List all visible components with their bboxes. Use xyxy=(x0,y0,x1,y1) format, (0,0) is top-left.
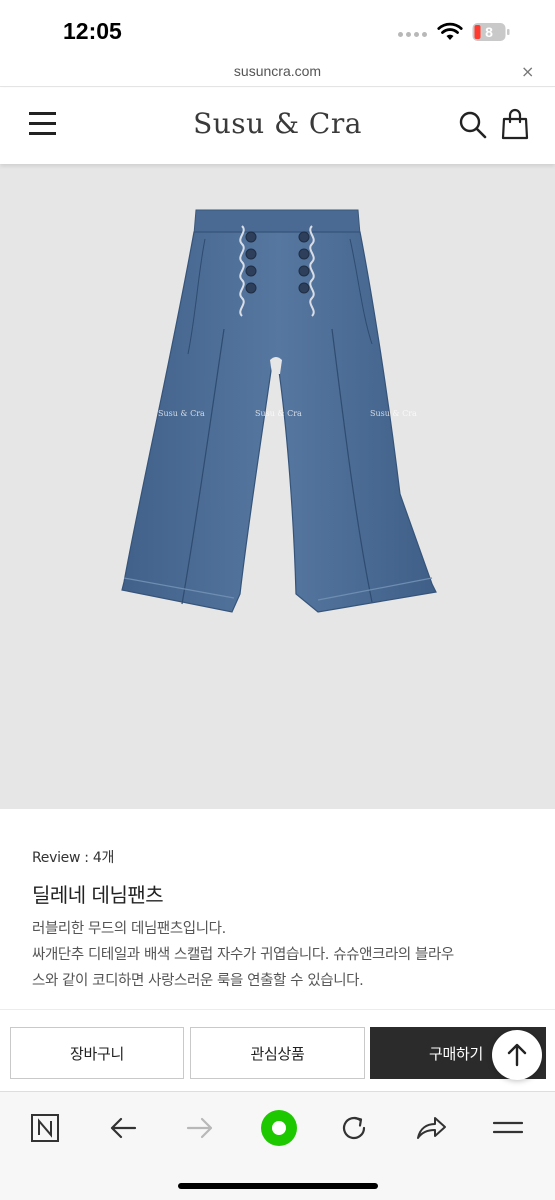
wifi-icon xyxy=(437,22,463,40)
home-indicator[interactable] xyxy=(178,1183,378,1189)
site-header: Susu & Cra xyxy=(0,88,555,164)
close-icon[interactable]: × xyxy=(521,62,534,81)
add-to-cart-button[interactable]: 장바구니 xyxy=(10,1027,184,1079)
menu-lines-icon[interactable] xyxy=(490,1110,526,1146)
wishlist-button[interactable]: 관심상품 xyxy=(190,1027,365,1079)
denim-pants-photo xyxy=(121,209,437,613)
watermark-left: Susu & Cra xyxy=(158,409,205,418)
scroll-to-top-button[interactable] xyxy=(492,1030,542,1080)
search-icon[interactable] xyxy=(458,110,488,140)
back-arrow-icon[interactable] xyxy=(105,1110,141,1146)
status-bar: 12:05 8 xyxy=(0,0,555,62)
share-icon[interactable] xyxy=(413,1110,449,1146)
url-text[interactable]: susuncra.com xyxy=(0,63,555,79)
green-dot-icon[interactable] xyxy=(259,1108,299,1148)
product-title: 딜레네 데님팬츠 xyxy=(32,883,164,907)
review-count[interactable]: Review : 4개 xyxy=(32,847,114,867)
arrow-up-icon xyxy=(507,1043,527,1067)
signal-dots-icon xyxy=(398,32,427,37)
product-info: Review : 4개 딜레네 데님팬츠 러블리한 무드의 데님팬츠입니다. 싸… xyxy=(0,809,555,1009)
description-line: 스와 같이 코디하면 사랑스러운 룩을 연출할 수 있습니다. xyxy=(32,973,364,989)
product-image[interactable]: Susu & Cra Susu & Cra Susu & Cra xyxy=(0,164,555,809)
product-description: 러블리한 무드의 데님팬츠입니다. 싸개단추 디테일과 배색 스캘럽 자수가 귀… xyxy=(32,916,532,994)
description-line: 싸개단추 디테일과 배색 스캘럽 자수가 귀엽습니다. 슈슈앤크라의 블라우 xyxy=(32,947,454,963)
status-time: 12:05 xyxy=(63,18,122,44)
description-line: 러블리한 무드의 데님팬츠입니다. xyxy=(32,921,226,937)
url-bar[interactable]: susuncra.com × xyxy=(0,62,555,87)
watermark-right: Susu & Cra xyxy=(370,409,417,418)
battery-icon: 8 xyxy=(472,23,510,41)
shopping-bag-icon[interactable] xyxy=(501,108,529,140)
watermark-center: Susu & Cra xyxy=(255,409,302,418)
reload-icon[interactable] xyxy=(336,1110,372,1146)
naver-n-icon[interactable] xyxy=(27,1110,63,1146)
forward-arrow-icon[interactable] xyxy=(182,1110,218,1146)
purchase-action-bar: 장바구니 관심상품 구매하기 xyxy=(0,1009,555,1091)
battery-level: 8 xyxy=(485,24,493,40)
